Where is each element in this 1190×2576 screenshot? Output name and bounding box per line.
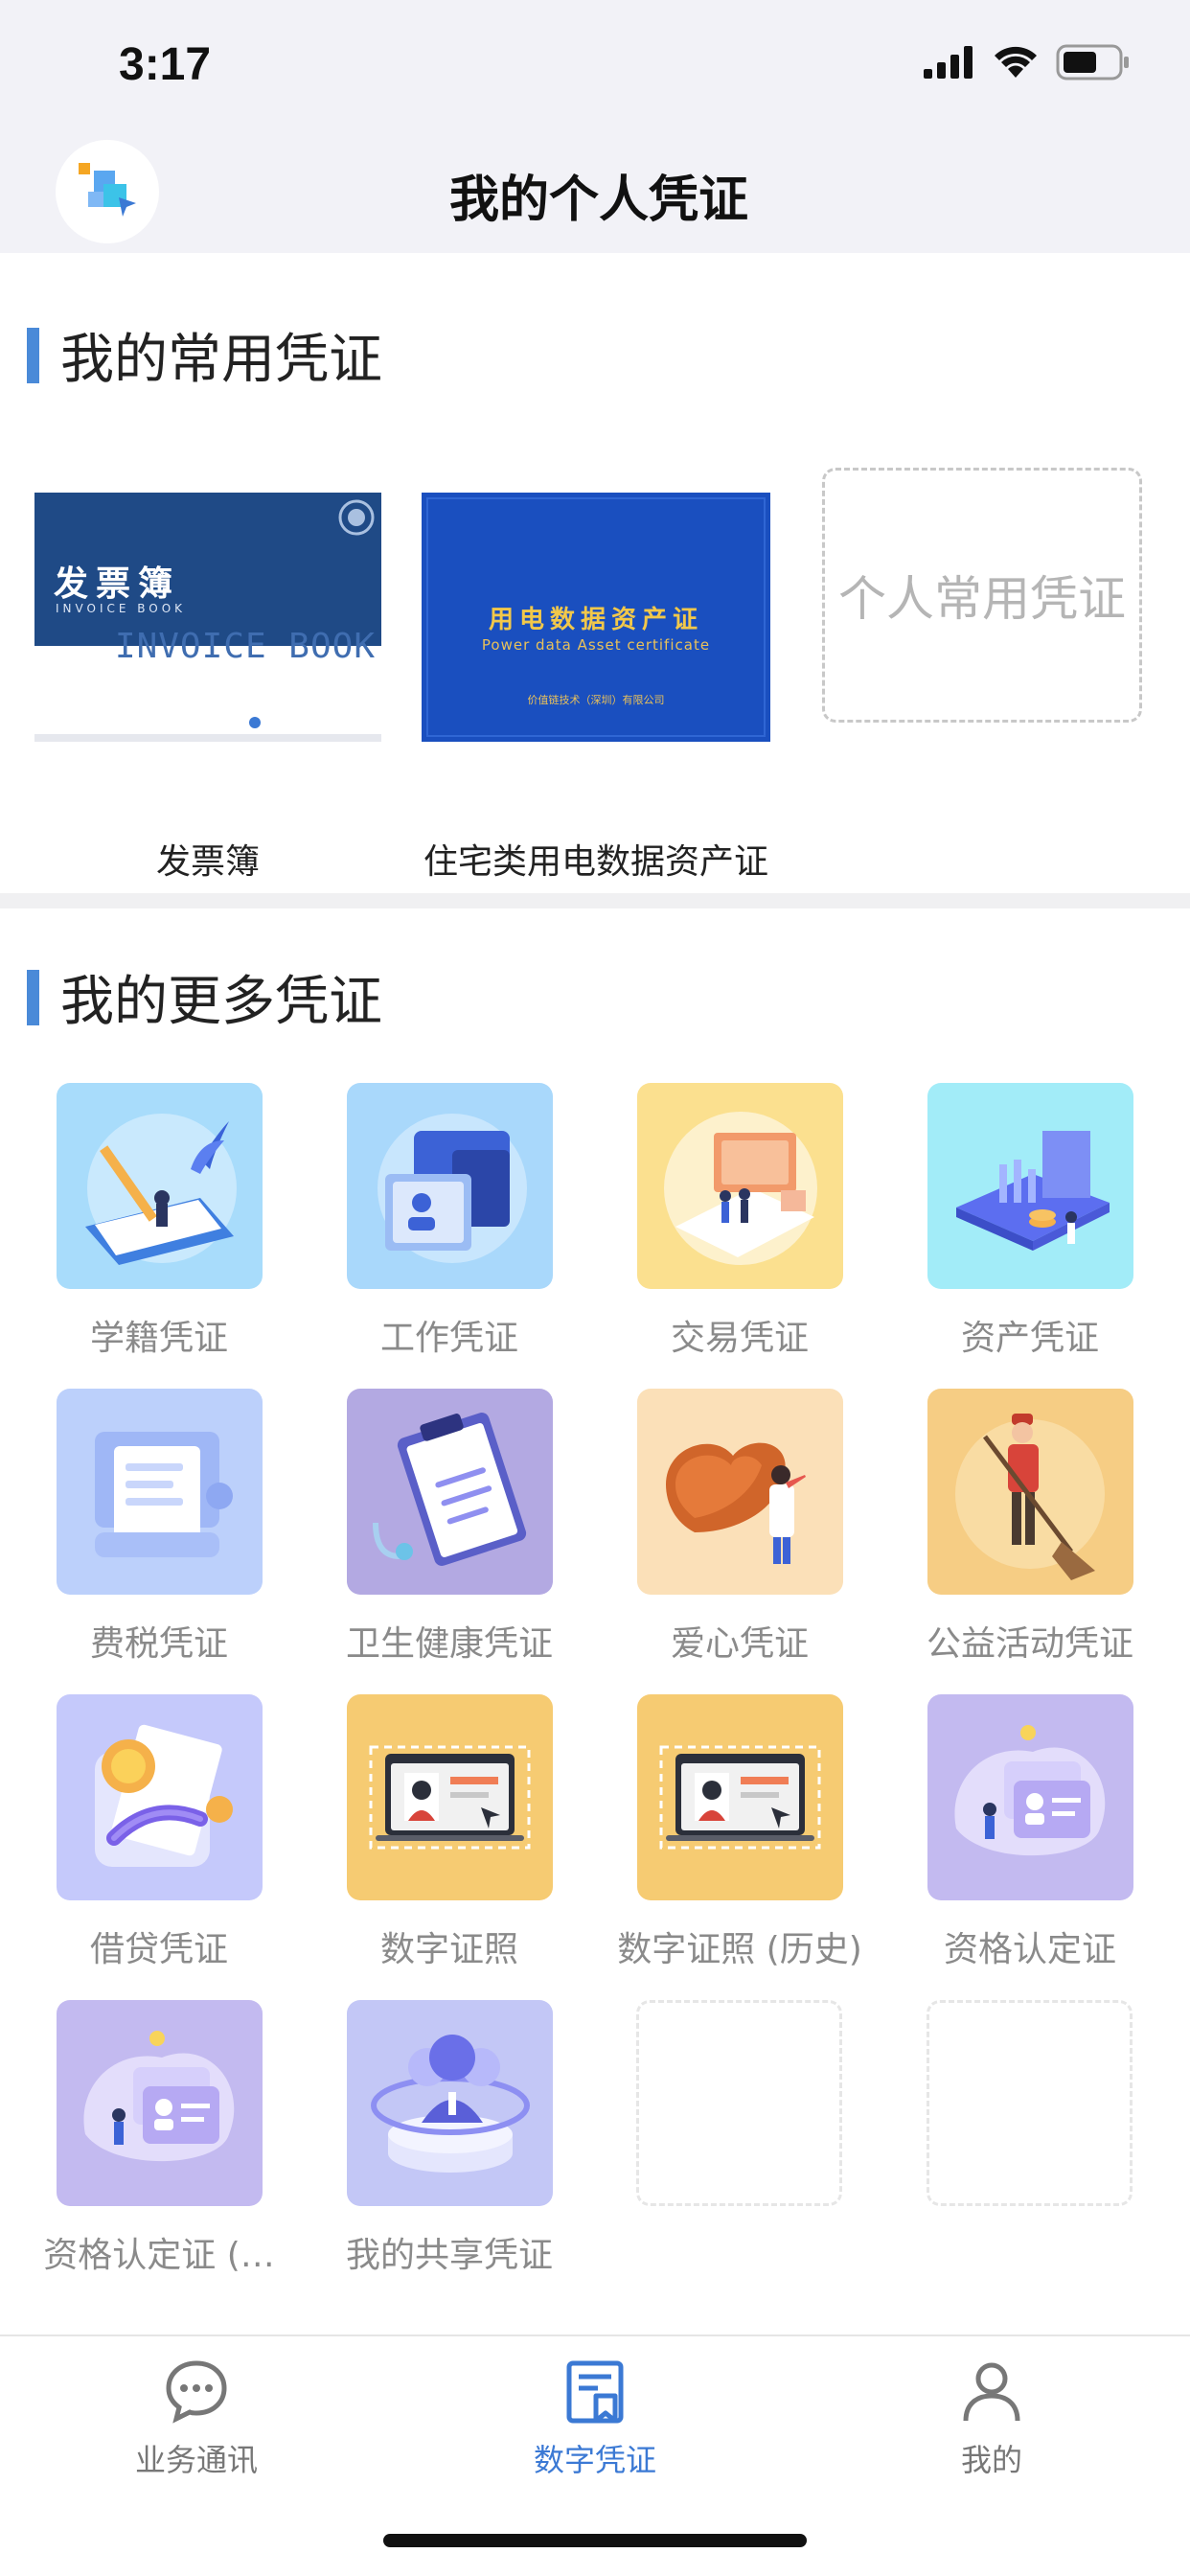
asset-credential-icon — [927, 1083, 1133, 1289]
invoice-cover-cn: 发票簿 — [54, 564, 181, 604]
page-title: 我的个人凭证 — [448, 172, 748, 229]
credential-health[interactable]: 卫生健康凭证 — [306, 1389, 593, 1666]
digital-license-history-icon — [636, 1694, 843, 1900]
favorite-card-invoice[interactable]: 发票簿 INVOICE BOOK INVOICE BOOK — [34, 493, 381, 742]
wifi-icon — [995, 46, 1037, 78]
credential-label: 数字证照 — [379, 1930, 518, 1969]
credential-asset[interactable]: 资产凭证 — [886, 1083, 1174, 1360]
health-credential-icon — [346, 1389, 553, 1595]
power-cover-issuer: 价值链技术（深圳）有限公司 — [527, 694, 665, 706]
volunteer-credential-icon — [927, 1389, 1133, 1595]
credential-loan[interactable]: 借贷凭证 — [15, 1694, 303, 1971]
more-title-text: 我的更多凭证 — [60, 971, 382, 1033]
charity-credential-icon — [636, 1389, 843, 1595]
tab-label: 业务通讯 — [134, 2442, 258, 2478]
trade-credential-icon — [636, 1083, 843, 1289]
credential-label: 爱心凭证 — [670, 1624, 809, 1664]
favorites-title-text: 我的常用凭证 — [60, 329, 382, 391]
credential-digital-license-history[interactable]: 数字证照 (历史) — [596, 1694, 883, 1971]
power-cover-cn: 用电数据资产证 — [488, 606, 703, 634]
status-icons — [924, 44, 1131, 80]
tab-business[interactable]: 业务通讯 — [72, 2358, 321, 2480]
tab-label: 数字凭证 — [533, 2442, 656, 2478]
nav-header: 我的个人凭证 — [0, 134, 1190, 253]
invoice-cover-en-big: INVOICE BOOK — [114, 627, 376, 666]
credential-work[interactable]: 工作凭证 — [306, 1083, 593, 1360]
user-icon — [963, 2362, 1020, 2422]
favorite-label-invoice: 发票簿 — [155, 842, 260, 882]
favorites-section-title: 我的常用凭证 — [27, 316, 382, 394]
credential-label: 资格认定证 — [943, 1930, 1116, 1969]
empty-slot — [927, 2000, 1133, 2206]
credential-label: 资产凭证 — [960, 1319, 1099, 1358]
certificate-icon — [566, 2360, 624, 2424]
qualification-credential-icon — [927, 1694, 1133, 1900]
credential-label: 资格认定证 (… — [43, 2236, 275, 2275]
credential-label: 费税凭证 — [89, 1624, 228, 1664]
credential-education[interactable]: 学籍凭证 — [15, 1083, 303, 1360]
favorite-label-power: 住宅类用电数据资产证 — [423, 842, 768, 882]
credential-charity[interactable]: 爱心凭证 — [596, 1389, 883, 1666]
section-divider — [0, 893, 1190, 908]
empty-slot — [636, 2000, 842, 2206]
power-cover-en: Power data Asset certificate — [481, 636, 711, 654]
credential-tax[interactable]: 费税凭证 — [15, 1389, 303, 1666]
tab-label: 我的 — [960, 2442, 1022, 2478]
credential-label: 数字证照 (历史) — [617, 1930, 862, 1969]
credential-volunteer[interactable]: 公益活动凭证 — [886, 1389, 1174, 1666]
credential-shared[interactable]: 我的共享凭证 — [306, 2000, 593, 2277]
qualification-credential-2-icon — [56, 2000, 263, 2206]
signal-icon — [924, 46, 973, 79]
credential-label: 工作凭证 — [379, 1319, 518, 1358]
credential-label: 借贷凭证 — [89, 1930, 228, 1969]
chat-icon — [166, 2360, 227, 2424]
shared-credential-icon — [346, 2000, 553, 2206]
status-bar: 3:17 — [0, 0, 1190, 134]
invoice-cover-en-small: INVOICE BOOK — [56, 602, 187, 615]
credential-label: 我的共享凭证 — [345, 2236, 553, 2275]
home-indicator[interactable] — [383, 2534, 807, 2547]
status-time: 3:17 — [119, 39, 212, 90]
tax-credential-icon — [56, 1389, 263, 1595]
tab-certificates[interactable]: 数字凭证 — [470, 2358, 720, 2480]
credential-trade[interactable]: 交易凭证 — [596, 1083, 883, 1360]
work-credential-icon — [346, 1083, 553, 1289]
more-section-title: 我的更多凭证 — [27, 958, 382, 1036]
credential-qualification[interactable]: 资格认定证 — [886, 1694, 1174, 1971]
education-credential-icon — [56, 1083, 263, 1289]
tab-mine[interactable]: 我的 — [867, 2358, 1116, 2480]
section-bar — [27, 969, 39, 1025]
credential-label: 交易凭证 — [670, 1319, 809, 1358]
credential-digital-license[interactable]: 数字证照 — [306, 1694, 593, 1971]
favorite-card-power[interactable]: 用电数据资产证 Power data Asset certificate 价值链… — [422, 493, 770, 742]
credential-label: 公益活动凭证 — [926, 1624, 1133, 1664]
add-favorite-placeholder[interactable]: 个人常用凭证 — [822, 468, 1142, 723]
section-bar — [27, 327, 39, 383]
invoice-book-cover — [34, 493, 381, 742]
loan-credential-icon — [56, 1694, 263, 1900]
credential-label: 学籍凭证 — [89, 1319, 228, 1358]
credential-qualification-2[interactable]: 资格认定证 (… — [15, 2000, 303, 2277]
credential-label: 卫生健康凭证 — [345, 1624, 553, 1664]
battery-icon — [1056, 44, 1129, 80]
digital-license-icon — [346, 1694, 553, 1900]
